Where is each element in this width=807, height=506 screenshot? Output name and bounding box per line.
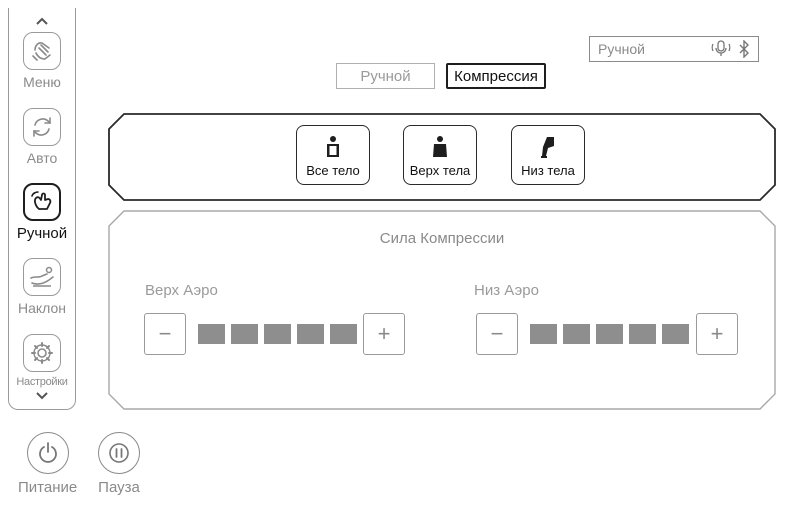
microphone-icon (711, 40, 731, 56)
refresh-icon (23, 108, 61, 146)
gear-icon (23, 334, 61, 372)
area-full-body-button[interactable]: Все тело (296, 125, 370, 185)
power-icon (26, 432, 69, 474)
sidebar-item-label: Ручной (16, 225, 68, 242)
status-mode-label: Ручной (598, 41, 645, 57)
upper-aero-increase-button[interactable]: + (363, 313, 405, 355)
level-segment (596, 324, 623, 344)
legs-icon (541, 137, 554, 158)
sidebar-item-manual[interactable]: Ручной (9, 183, 75, 255)
area-label: Низ тела (521, 163, 575, 178)
power-button[interactable]: Питание (18, 432, 77, 496)
upper-body-icon (433, 136, 447, 157)
level-segment (563, 324, 590, 344)
level-segment (297, 324, 324, 344)
sidebar-nav: Меню Авто Ручной Наклон Настройки (8, 8, 76, 410)
sidebar-item-menu[interactable]: Меню (9, 32, 75, 104)
level-segment (662, 324, 689, 344)
pause-button[interactable]: Пауза (98, 432, 140, 496)
level-segment (530, 324, 557, 344)
pause-icon (98, 432, 140, 474)
level-segment (264, 324, 291, 344)
upper-aero-level-bar (198, 324, 357, 344)
lower-aero-increase-button[interactable]: + (696, 313, 738, 355)
pause-label: Пауза (98, 479, 140, 496)
level-segment (231, 324, 258, 344)
tab-compression[interactable]: Компрессия (446, 63, 546, 89)
chevron-up-icon (36, 17, 48, 25)
sidebar-item-auto[interactable]: Авто (9, 108, 75, 180)
full-body-icon (327, 136, 339, 157)
area-upper-body-button[interactable]: Верх тела (403, 125, 477, 185)
level-segment (629, 324, 656, 344)
level-segment (330, 324, 357, 344)
hand-icon (23, 32, 61, 70)
recline-chair-icon (23, 258, 61, 296)
sidebar-item-recline[interactable]: Наклон (9, 258, 75, 330)
power-label: Питание (18, 479, 78, 496)
lower-aero-label: Низ Аэро (474, 282, 539, 299)
upper-aero-label: Верх Аэро (145, 282, 218, 299)
sidebar-item-label: Авто (26, 150, 58, 166)
scroll-up-button[interactable] (9, 10, 75, 32)
bluetooth-icon (739, 40, 749, 58)
scroll-down-button[interactable] (9, 385, 75, 407)
chevron-down-icon (36, 392, 48, 400)
tab-manual[interactable]: Ручной (336, 63, 435, 89)
touch-hand-icon (23, 183, 61, 221)
sidebar-item-label: Наклон (17, 300, 67, 316)
lower-aero-decrease-button[interactable]: − (476, 313, 518, 355)
upper-aero-decrease-button[interactable]: − (144, 313, 186, 355)
lower-aero-level-bar (530, 324, 689, 344)
area-lower-body-button[interactable]: Низ тела (511, 125, 585, 185)
area-label: Верх тела (409, 163, 471, 178)
area-label: Все тело (306, 163, 360, 178)
compression-title: Сила Компрессии (379, 230, 505, 247)
status-indicator: Ручной (589, 36, 759, 62)
sidebar-item-label: Меню (23, 74, 61, 90)
level-segment (198, 324, 225, 344)
